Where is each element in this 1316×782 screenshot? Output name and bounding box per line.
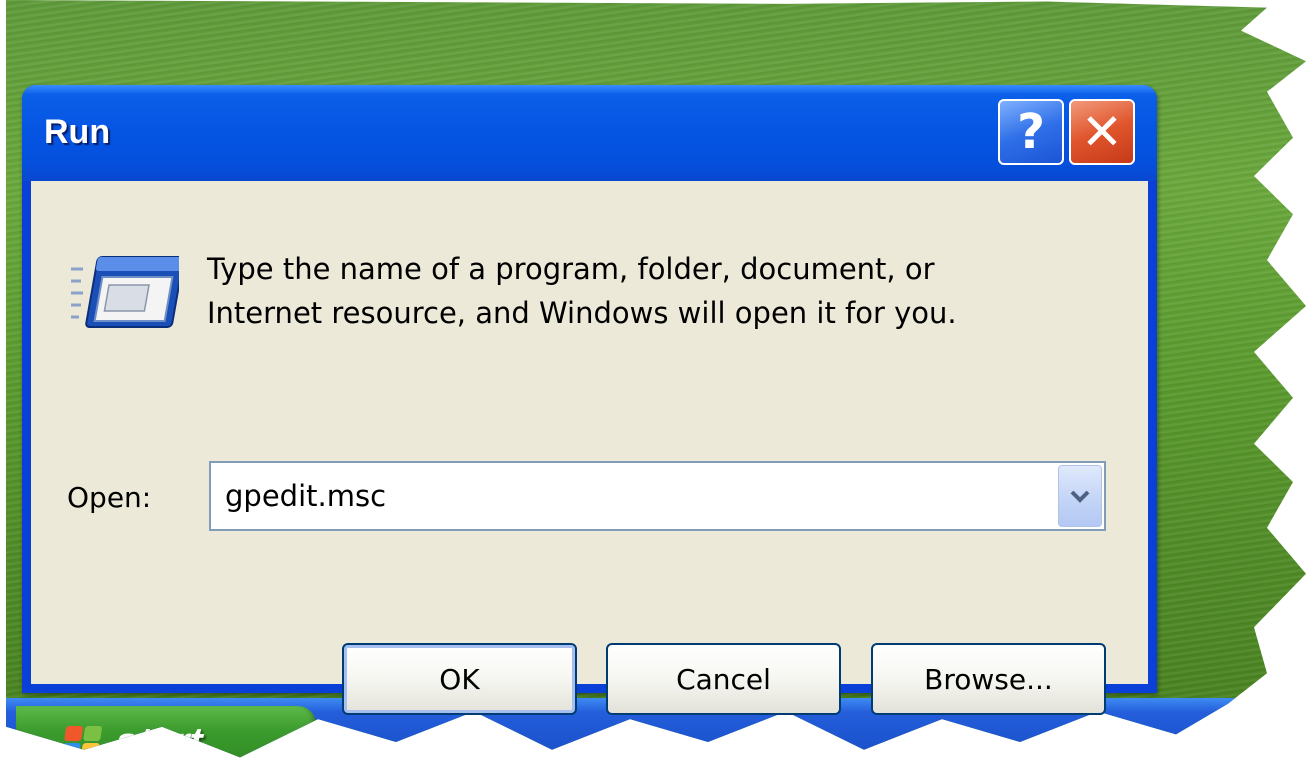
- instruction-text: Type the name of a program, folder, docu…: [207, 247, 1107, 335]
- ok-button-label: OK: [439, 662, 480, 696]
- start-label: start: [116, 720, 203, 764]
- close-icon: ✕: [1081, 103, 1123, 161]
- ok-button[interactable]: OK: [342, 643, 577, 715]
- open-input[interactable]: gpedit.msc: [225, 479, 386, 513]
- open-combobox[interactable]: gpedit.msc: [209, 461, 1106, 531]
- instruction-line-2: Internet resource, and Windows will open…: [207, 296, 957, 330]
- close-button[interactable]: ✕: [1069, 99, 1135, 165]
- help-icon: ?: [1017, 104, 1045, 160]
- browse-button-label: Browse...: [924, 662, 1053, 696]
- help-button[interactable]: ?: [998, 99, 1064, 165]
- title-bar[interactable]: Run ? ✕: [22, 85, 1157, 181]
- dropdown-button[interactable]: [1058, 465, 1102, 527]
- cancel-button[interactable]: Cancel: [606, 643, 841, 715]
- cancel-button-label: Cancel: [676, 662, 771, 696]
- start-button[interactable]: start: [16, 706, 316, 764]
- chevron-down-icon: [1070, 490, 1090, 503]
- open-label: Open:: [67, 481, 152, 514]
- browse-button[interactable]: Browse...: [871, 643, 1106, 715]
- run-program-icon: [71, 256, 179, 328]
- dialog-body: Type the name of a program, folder, docu…: [31, 181, 1148, 715]
- windows-flag-icon: [61, 726, 103, 758]
- instruction-line-1: Type the name of a program, folder, docu…: [207, 252, 935, 286]
- run-dialog: Run ? ✕ Type the name of a program, fold…: [22, 85, 1157, 715]
- window-title: Run: [44, 113, 111, 151]
- screenshot-stage: start Run ? ✕ Type the name of a program…: [0, 0, 1316, 782]
